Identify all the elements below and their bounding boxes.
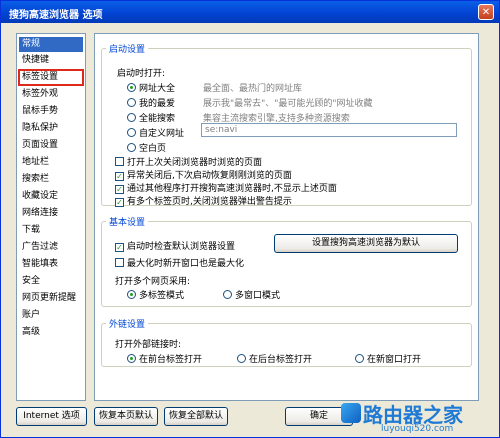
radio-icon (237, 354, 246, 363)
startup-option-nav[interactable]: 网址大全 (127, 81, 175, 94)
watermark-logo-icon (341, 403, 361, 423)
startup-open-label: 启动时打开: (117, 69, 166, 79)
nav-item-mouse-gestures[interactable]: 鼠标手势 (19, 104, 83, 119)
checkmark-icon: ✓ (115, 198, 124, 207)
startup-legend: 启动设置 (109, 45, 146, 55)
nav-item-address-bar[interactable]: 地址栏 (19, 155, 83, 170)
nav-item-ad-filter[interactable]: 广告过滤 (19, 240, 83, 255)
open-foreground-tab-radio[interactable]: 在前台标签打开 (127, 352, 202, 365)
nav-item-autofill[interactable]: 智能填表 (19, 257, 83, 272)
settings-panel: 启动设置 启动时打开: 网址大全 最全面、最热门的网址库 我的最爱 展示我"最常… (94, 33, 479, 401)
radio-icon (127, 83, 136, 92)
close-warning-checkbox[interactable]: ✓ 有多个标签页时,关闭浏览器弹出警告提示 (115, 194, 292, 207)
startup-option-favorites-desc: 展示我"最常去"、"最可能光顾的"网址收藏 (203, 99, 373, 109)
check-default-browser-checkbox[interactable]: ✓ 启动时检查默认浏览器设置 (115, 239, 235, 252)
open-new-window-radio[interactable]: 在新窗口打开 (355, 352, 421, 365)
nav-item-favorites[interactable]: 收藏设定 (19, 189, 83, 204)
startup-option-blank[interactable]: 空白页 (127, 141, 166, 154)
radio-icon (127, 354, 136, 363)
category-list: 常规 快捷键 标签设置 标签外观 鼠标手势 隐私保护 页面设置 地址栏 搜索栏 … (16, 33, 86, 401)
checkmark-icon: ✓ (115, 185, 124, 194)
radio-icon (127, 290, 136, 299)
nav-item-download[interactable]: 下载 (19, 223, 83, 238)
nav-item-security[interactable]: 安全 (19, 274, 83, 289)
nav-item-tab-appearance[interactable]: 标签外观 (19, 87, 83, 102)
nav-item-search-bar[interactable]: 搜索栏 (19, 172, 83, 187)
nav-item-privacy[interactable]: 隐私保护 (19, 121, 83, 136)
checkbox-icon (115, 157, 124, 166)
radio-icon (127, 128, 136, 137)
restore-last-session-checkbox[interactable]: 打开上次关闭浏览器时浏览的页面 (115, 155, 262, 168)
nav-item-shortcuts[interactable]: 快捷键 (19, 53, 83, 68)
watermark-url: luyouqi520.com (381, 424, 454, 434)
close-icon: ✕ (481, 7, 491, 18)
radio-icon (127, 143, 136, 152)
custom-url-input[interactable]: se:navi (201, 123, 457, 137)
options-window: 搜狗高速浏览器 选项 ✕ 常规 快捷键 标签设置 标签外观 鼠标手势 隐私保护 … (0, 0, 500, 438)
startup-option-search[interactable]: 全能搜索 (127, 111, 175, 124)
startup-option-nav-desc: 最全面、最热门的网址库 (203, 84, 303, 94)
nav-item-advanced[interactable]: 高级 (19, 325, 83, 340)
close-button[interactable]: ✕ (478, 4, 494, 20)
window-title: 搜狗高速浏览器 选项 (9, 10, 103, 21)
multi-window-mode-radio[interactable]: 多窗口模式 (223, 288, 280, 301)
startup-option-favorites[interactable]: 我的最爱 (127, 96, 175, 109)
nav-item-page-settings[interactable]: 页面设置 (19, 138, 83, 153)
external-open-label: 打开外部链接时: (115, 340, 182, 350)
maximize-new-window-checkbox[interactable]: 最大化时新开窗口也是最大化 (115, 256, 244, 269)
basic-legend: 基本设置 (109, 218, 146, 228)
radio-icon (127, 113, 136, 122)
checkmark-icon: ✓ (115, 172, 124, 181)
nav-item-tab-settings[interactable]: 标签设置 (18, 69, 84, 86)
nav-item-update-reminder[interactable]: 网页更新提醒 (19, 291, 83, 306)
radio-icon (127, 98, 136, 107)
radio-icon (223, 290, 232, 299)
nav-item-network[interactable]: 网络连接 (19, 206, 83, 221)
checkbox-icon (115, 258, 124, 267)
title-bar[interactable]: 搜狗高速浏览器 选项 ✕ (1, 1, 499, 23)
set-default-browser-button[interactable]: 设置搜狗高速浏览器为默认 (274, 234, 458, 253)
open-background-tab-radio[interactable]: 在后台标签打开 (237, 352, 312, 365)
nav-item-account[interactable]: 账户 (19, 308, 83, 323)
internet-options-button[interactable]: Internet 选项 (16, 407, 87, 426)
radio-icon (355, 354, 364, 363)
crash-recovery-checkbox[interactable]: ✓ 异常关闭后,下次启动恢复刚刚浏览的页面 (115, 168, 292, 181)
external-launch-checkbox[interactable]: ✓ 通过其他程序打开搜狗高速浏览器时,不显示上述页面 (115, 181, 337, 194)
nav-item-general[interactable]: 常规 (19, 37, 83, 52)
checkmark-icon: ✓ (115, 243, 124, 252)
multi-page-label: 打开多个网页采用: (115, 277, 191, 287)
startup-option-custom[interactable]: 自定义网址 (127, 126, 184, 139)
restore-all-defaults-button[interactable]: 恢复全部默认 (164, 407, 228, 426)
restore-page-defaults-button[interactable]: 恢复本页默认 (94, 407, 158, 426)
external-links-legend: 外链设置 (109, 320, 146, 330)
multi-tab-mode-radio[interactable]: 多标签模式 (127, 288, 184, 301)
